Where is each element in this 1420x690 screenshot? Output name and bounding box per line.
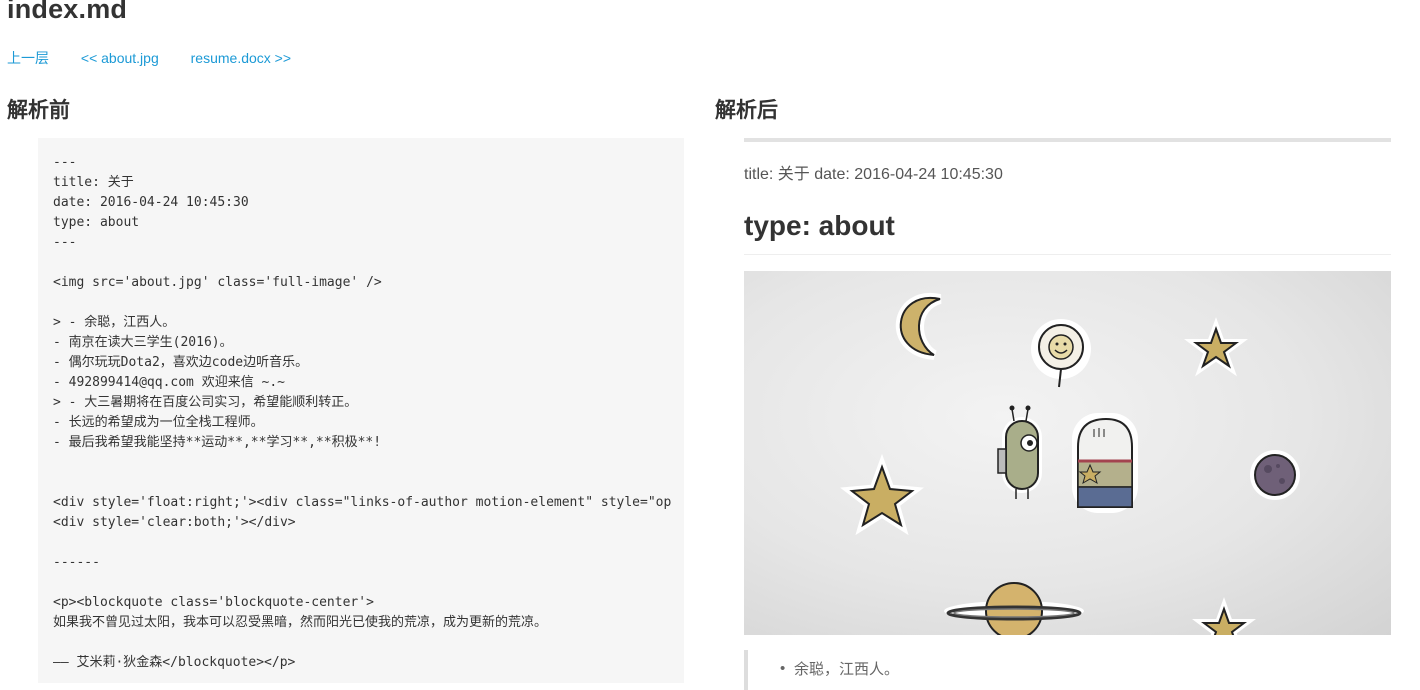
code-line: - 最后我希望我能坚持**运动**,**学习**,**积极**! — [53, 435, 382, 450]
alien-sticker — [997, 405, 1042, 499]
code-line: title: 关于 — [53, 175, 134, 190]
code-line: <p><blockquote class='blockquote-center'… — [53, 595, 374, 610]
parent-directory-link[interactable]: 上一层 — [7, 50, 49, 66]
preview-top-border — [744, 138, 1391, 142]
saturn-sticker — [944, 582, 1084, 635]
code-line: - 偶尔玩玩Dota2，喜欢边code边听音乐。 — [53, 355, 309, 370]
heading-divider — [744, 254, 1391, 255]
star-sticker — [1192, 597, 1256, 635]
rendered-column-title: 解析后 — [715, 98, 778, 122]
list-bullet-icon: • — [780, 660, 786, 677]
code-line: > - 余聪，江西人。 — [53, 315, 176, 330]
page-title: index.md — [7, 0, 128, 24]
source-column-title: 解析前 — [7, 98, 70, 122]
code-line: 如果我不曾见过太阳，我本可以忍受黑暗，然而阳光已使我的荒凉，成为更新的荒凉。 — [53, 615, 548, 630]
code-line: - 南京在读大三学生(2016)。 — [53, 335, 233, 350]
code-line: - 492899414@qq.com 欢迎来信 ~.~ — [53, 375, 286, 390]
star-sticker — [840, 453, 924, 536]
code-line: date: 2016-04-24 10:45:30 — [53, 195, 249, 210]
code-line: --- — [53, 235, 77, 250]
code-line: <div style='float:right;'><div class="li… — [53, 495, 672, 510]
rendered-preview-panel: title: 关于 date: 2016-04-24 10:45:30 type… — [744, 138, 1391, 690]
code-line: <div style='clear:both;'></div> — [53, 515, 296, 530]
front-matter-text: title: 关于 date: 2016-04-24 10:45:30 — [744, 166, 1003, 183]
profile-blockquote: • 余聪，江西人。 — [744, 650, 1395, 690]
code-line: ------ — [53, 555, 100, 570]
about-illustration — [840, 292, 1300, 635]
file-navigation: 上一层 << about.jpg resume.docx >> — [7, 48, 319, 68]
smiley-balloon-sticker — [1031, 319, 1091, 388]
code-line: > - 大三暑期将在百度公司实习，希望能顺利转正。 — [53, 395, 358, 410]
about-image — [744, 271, 1391, 635]
list-item: 余聪，江西人。 — [794, 661, 900, 678]
moon-sticker — [895, 292, 942, 360]
asteroid-sticker — [1250, 450, 1300, 500]
star-sticker — [1184, 317, 1248, 377]
code-line: type: about — [53, 215, 140, 230]
astronaut-sticker — [1072, 413, 1138, 513]
code-line: —— 艾米莉·狄金森</blockquote></p> — [53, 655, 296, 670]
next-file-link[interactable]: resume.docx >> — [191, 50, 291, 66]
type-heading: type: about — [744, 210, 895, 241]
code-line: - 长远的希望成为一位全栈工程师。 — [53, 415, 264, 430]
code-line: --- — [53, 155, 77, 170]
code-line: <img src='about.jpg' class='full-image' … — [53, 275, 382, 290]
raw-markdown-panel: --- title: 关于 date: 2016-04-24 10:45:30 typ… — [38, 138, 684, 683]
previous-file-link[interactable]: << about.jpg — [81, 50, 159, 66]
